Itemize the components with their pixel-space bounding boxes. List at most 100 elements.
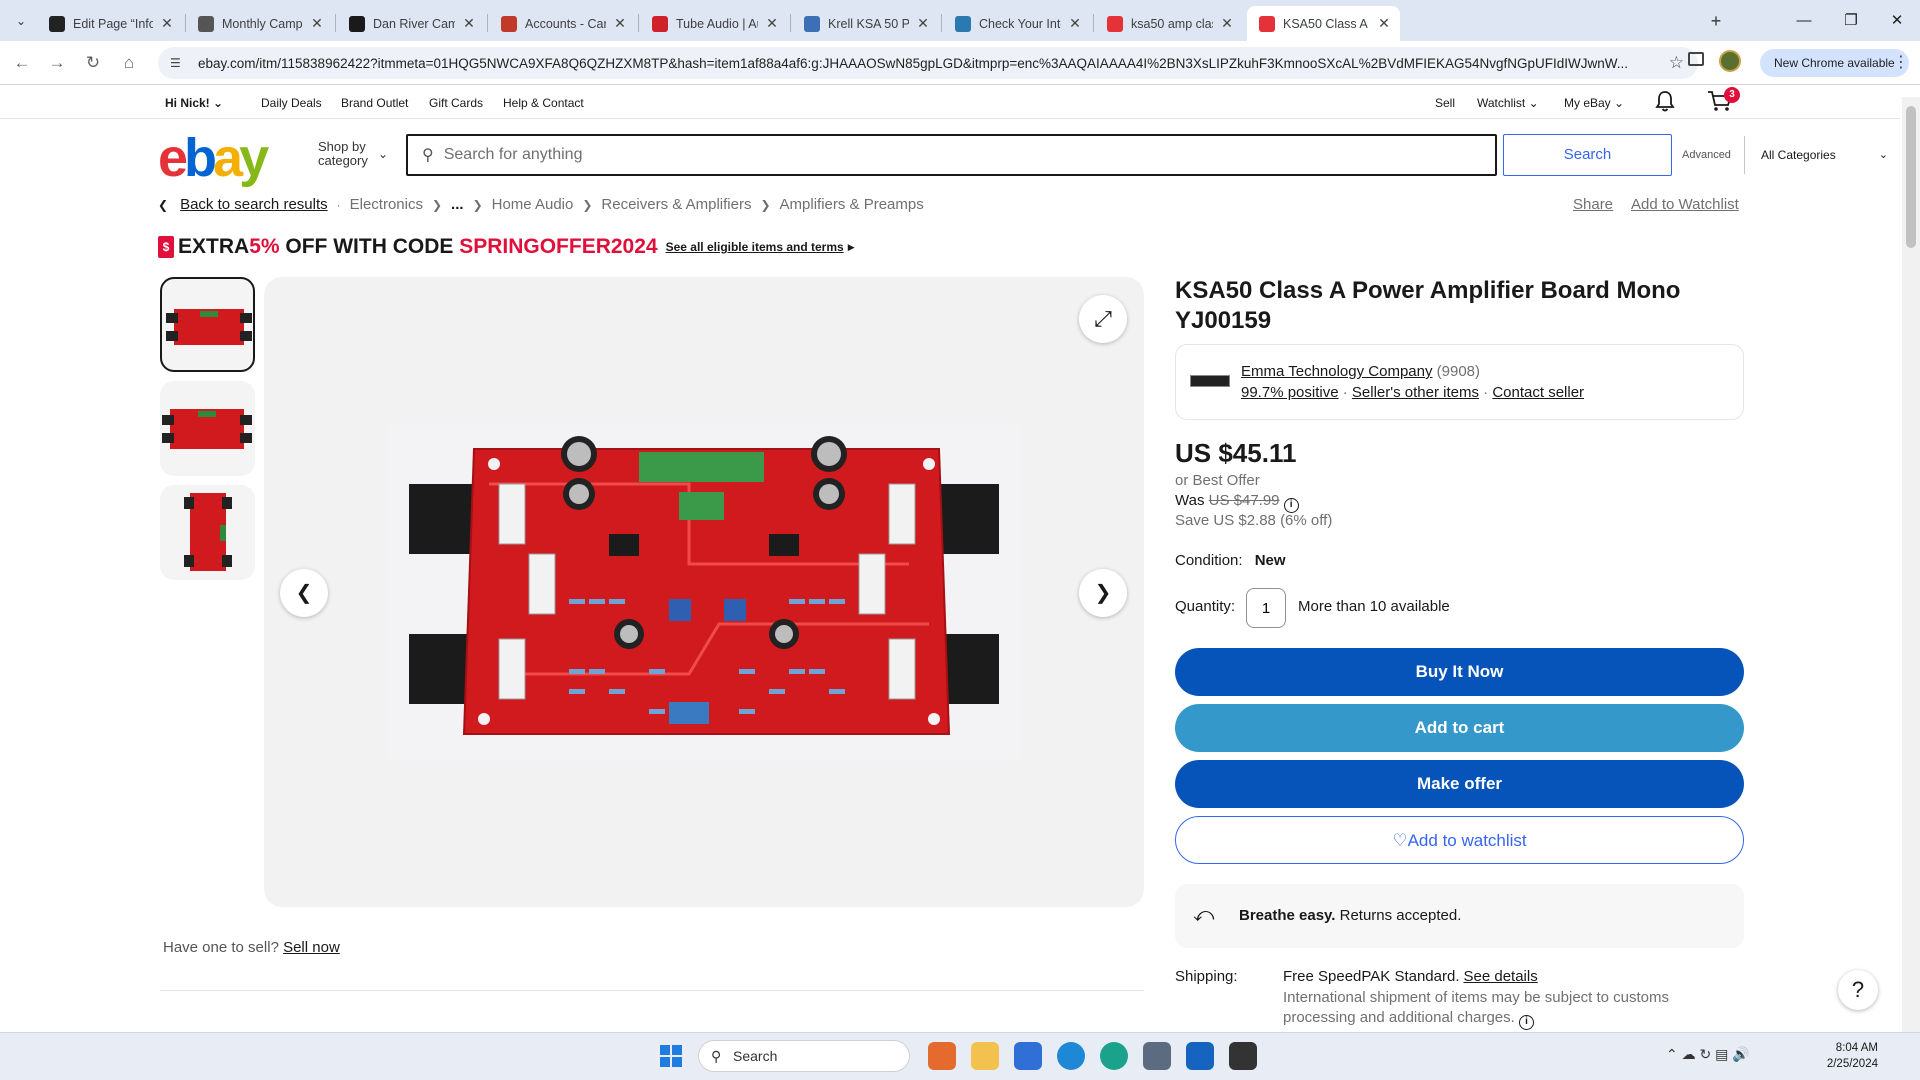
seller-logo[interactable] xyxy=(1190,375,1230,387)
brand-outlet-link[interactable]: Brand Outlet xyxy=(341,96,408,110)
forward-arrow-icon[interactable]: → xyxy=(45,51,69,75)
new-chrome-available-button[interactable]: New Chrome available xyxy=(1760,49,1909,77)
browser-tab[interactable]: Dan River Campgrou ✕ xyxy=(337,6,485,41)
breadcrumb-item-home-audio[interactable]: Home Audio xyxy=(492,196,574,213)
info-icon[interactable]: i xyxy=(1283,498,1299,513)
tab-close-icon[interactable]: ✕ xyxy=(764,15,780,32)
shop-by-category-button[interactable]: Shop by category xyxy=(318,140,368,168)
browser-tab[interactable]: ksa50 amp class a fo ✕ xyxy=(1095,6,1243,41)
gift-cards-link[interactable]: Gift Cards xyxy=(429,96,483,110)
breadcrumb-item-amplifiers[interactable]: Amplifiers & Preamps xyxy=(780,196,924,213)
expand-icon[interactable]: ⤢ xyxy=(1079,295,1127,343)
buy-it-now-button[interactable]: Buy It Now xyxy=(1175,648,1744,696)
tab-close-icon[interactable]: ✕ xyxy=(915,15,931,32)
contact-seller-link[interactable]: Contact seller xyxy=(1492,384,1584,401)
browser-tab[interactable]: Edit Page “Info Page ✕ xyxy=(37,6,183,41)
thumbnail-3[interactable] xyxy=(160,485,255,580)
promo-code: SPRINGOFFER2024 xyxy=(459,235,658,258)
tab-close-icon[interactable]: ✕ xyxy=(309,15,325,32)
browser-tab[interactable]: Check Your Internet S ✕ xyxy=(943,6,1091,41)
add-to-watchlist-button[interactable]: ♡Add to watchlist xyxy=(1175,816,1744,864)
greeting[interactable]: Hi Nick! ⌄ xyxy=(165,96,223,110)
info-icon[interactable]: i xyxy=(1519,1015,1534,1030)
file-explorer-icon[interactable] xyxy=(971,1042,999,1070)
site-info-icon[interactable]: ☰ xyxy=(170,56,190,70)
returns-banner: ⤺ Breathe easy. Returns accepted. xyxy=(1175,884,1744,948)
home-icon[interactable]: ⌂ xyxy=(117,51,141,75)
breadcrumb-item-receivers[interactable]: Receivers & Amplifiers xyxy=(601,196,751,213)
back-to-search-link[interactable]: Back to search results xyxy=(180,196,328,213)
next-image-button[interactable]: ❯ xyxy=(1079,569,1127,617)
help-contact-link[interactable]: Help & Contact xyxy=(503,96,584,110)
browser-tab[interactable]: Krell KSA 50 PCB | Pa ✕ xyxy=(792,6,939,41)
make-offer-button[interactable]: Make offer xyxy=(1175,760,1744,808)
my-ebay-menu[interactable]: My eBay ⌄ xyxy=(1564,96,1624,110)
tab-close-icon[interactable]: ✕ xyxy=(461,15,477,32)
tab-close-icon[interactable]: ✕ xyxy=(612,15,628,32)
share-link[interactable]: Share xyxy=(1573,196,1613,213)
chrome-taskbar-icon[interactable] xyxy=(928,1042,956,1070)
close-window-button[interactable]: ✕ xyxy=(1874,8,1920,34)
help-question-button[interactable]: ? xyxy=(1838,970,1878,1010)
tab-separator xyxy=(335,14,336,32)
thumbnail-2[interactable] xyxy=(160,381,255,476)
chevron-left-icon[interactable]: ❮ xyxy=(158,198,168,212)
add-to-cart-button[interactable]: Add to cart xyxy=(1175,704,1744,752)
windows-start-icon[interactable] xyxy=(660,1045,682,1067)
taskbar-clock[interactable]: 8:04 AM 2/25/2024 xyxy=(1820,1040,1878,1072)
browser-tab[interactable]: Tube Audio | Audioka ✕ xyxy=(640,6,788,41)
sell-now-link[interactable]: Sell now xyxy=(283,939,340,956)
search-input[interactable] xyxy=(443,146,1324,164)
back-arrow-icon[interactable]: ← xyxy=(10,51,34,75)
phone-link-icon[interactable] xyxy=(1229,1042,1257,1070)
product-photo-pcb[interactable] xyxy=(389,424,1019,760)
side-panel-icon[interactable] xyxy=(1688,52,1704,66)
watchlist-menu[interactable]: Watchlist ⌄ xyxy=(1477,96,1539,110)
address-bar[interactable]: ☰ ebay.com/itm/115838962422?itmmeta=01HQ… xyxy=(158,47,1698,79)
positive-feedback-link[interactable]: 99.7% positive xyxy=(1241,384,1339,401)
tab-close-icon[interactable]: ✕ xyxy=(1219,15,1235,32)
seller-other-items-link[interactable]: Seller's other items xyxy=(1352,384,1479,401)
tab-search-dropdown-icon[interactable]: ⌄ xyxy=(10,10,32,32)
was-price-row: Was US $47.99 i xyxy=(1175,492,1299,513)
category-select[interactable]: All Categories ⌄ xyxy=(1744,136,1906,174)
sell-link[interactable]: Sell xyxy=(1435,96,1455,110)
new-tab-button[interactable]: + xyxy=(1705,10,1727,32)
scrollbar-thumb[interactable] xyxy=(1906,106,1916,248)
outlook-icon[interactable] xyxy=(1186,1042,1214,1070)
thumbnail-1[interactable] xyxy=(160,277,255,372)
seller-name-link[interactable]: Emma Technology Company xyxy=(1241,363,1432,380)
url-text[interactable]: ebay.com/itm/115838962422?itmmeta=01HQG5… xyxy=(198,56,1648,71)
browser-tab[interactable]: Accounts - Campgro ✕ xyxy=(489,6,636,41)
calculator-icon[interactable] xyxy=(1143,1042,1171,1070)
system-tray[interactable]: ⌃ ☁ ↻ ▤ 🔊 xyxy=(1666,1046,1750,1063)
browser-tab[interactable]: Monthly Camping - D ✕ xyxy=(186,6,333,41)
daily-deals-link[interactable]: Daily Deals xyxy=(261,96,322,110)
advanced-search-link[interactable]: Advanced xyxy=(1682,149,1731,161)
previous-image-button[interactable]: ❮ xyxy=(280,569,328,617)
reload-icon[interactable]: ↻ xyxy=(81,51,105,75)
minimize-button[interactable]: — xyxy=(1781,8,1827,34)
see-details-link[interactable]: See details xyxy=(1464,968,1538,985)
chrome-menu-icon[interactable]: ⋮ xyxy=(1893,52,1909,72)
taskbar-search[interactable]: ⚲ Search xyxy=(698,1040,910,1072)
search-button[interactable]: Search xyxy=(1503,134,1672,176)
add-to-watchlist-link[interactable]: Add to Watchlist xyxy=(1631,196,1739,213)
mail-icon[interactable] xyxy=(1014,1042,1042,1070)
breadcrumb-item-electronics[interactable]: Electronics xyxy=(350,196,423,213)
tab-close-icon[interactable]: ✕ xyxy=(159,15,175,32)
browser-tab[interactable]: KSA50 Class A Power ✕ xyxy=(1247,6,1400,41)
tab-close-icon[interactable]: ✕ xyxy=(1067,15,1083,32)
promo-terms-link[interactable]: See all eligible items and terms xyxy=(666,240,844,254)
app-icon[interactable] xyxy=(1057,1042,1085,1070)
ebay-logo[interactable]: ebay xyxy=(158,128,269,188)
edge-icon[interactable] xyxy=(1100,1042,1128,1070)
chevron-down-icon[interactable]: ⌄ xyxy=(378,147,388,161)
quantity-input[interactable] xyxy=(1246,588,1286,628)
notification-bell-icon[interactable] xyxy=(1654,90,1676,112)
profile-avatar[interactable] xyxy=(1719,50,1741,72)
maximize-button[interactable]: ❐ xyxy=(1828,8,1874,34)
tab-close-icon[interactable]: ✕ xyxy=(1376,15,1392,32)
bookmark-star-icon[interactable]: ☆ xyxy=(1669,53,1684,73)
breadcrumb-item-more[interactable]: ... xyxy=(451,196,464,213)
